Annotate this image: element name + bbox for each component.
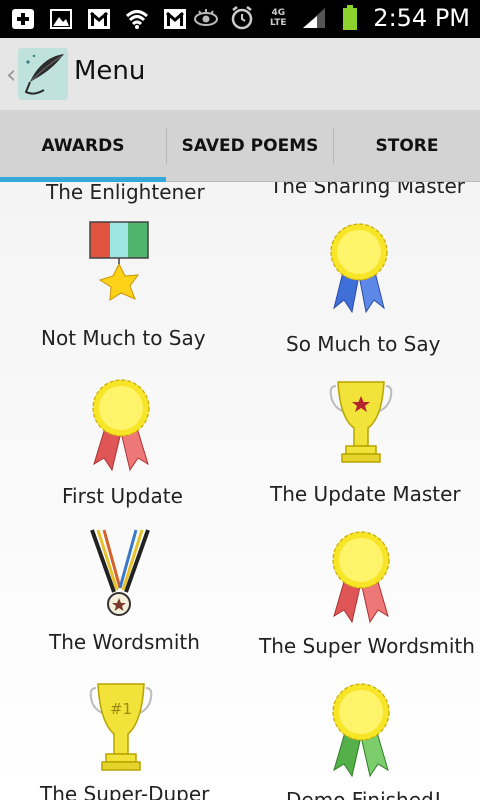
award-label-so-much-to-say: So Much to Say	[286, 332, 441, 356]
status-bar: 4G LTE 2:54 PM	[0, 0, 480, 38]
tab-bar: AWARDS SAVED POEMS STORE	[0, 110, 480, 183]
4g-lte-icon: 4G LTE	[270, 8, 287, 28]
blue-rosette-icon[interactable]	[326, 220, 392, 320]
app-logo-icon[interactable]	[18, 48, 68, 100]
award-label-the-sharing-master: The Sharing Master	[270, 182, 465, 198]
gallery-icon	[48, 6, 74, 32]
award-label-not-much-to-say: Not Much to Say	[41, 326, 206, 350]
gmail-icon	[86, 6, 112, 32]
star-medal-icon[interactable]	[82, 220, 156, 316]
number-one-trophy-icon[interactable]: #1	[88, 680, 154, 780]
alarm-icon	[229, 5, 255, 31]
award-label-the-wordsmith: The Wordsmith	[49, 630, 200, 654]
tab-saved-poems[interactable]: SAVED POEMS	[167, 110, 333, 182]
red-rosette-icon-2[interactable]	[328, 528, 394, 624]
green-rosette-icon[interactable]	[328, 680, 394, 778]
add-notification-icon	[10, 6, 36, 32]
red-rosette-icon[interactable]	[88, 378, 154, 474]
trophy-number-one-label: #1	[110, 700, 132, 718]
award-label-the-enlightener: The Enlightener	[46, 182, 205, 204]
wifi-icon	[124, 6, 150, 32]
clock-time: 2:54 PM	[373, 4, 470, 32]
tab-awards[interactable]: AWARDS	[0, 110, 166, 182]
awards-grid[interactable]: The Enlightener The Sharing Master Not M…	[0, 182, 480, 800]
award-label-the-update-master: The Update Master	[270, 482, 461, 506]
award-label-the-super-wordsmith: The Super Wordsmith	[259, 634, 475, 658]
signal-icon	[301, 5, 327, 31]
action-bar: ‹ Menu	[0, 38, 480, 110]
award-label-first-update: First Update	[62, 484, 183, 508]
up-caret-icon[interactable]: ‹	[6, 60, 16, 90]
necklace-medal-icon[interactable]	[88, 528, 152, 620]
battery-icon	[337, 5, 363, 31]
gmail-icon-2	[162, 6, 188, 32]
eye-icon	[193, 5, 219, 31]
page-title: Menu	[74, 56, 146, 86]
tab-store[interactable]: STORE	[334, 110, 480, 182]
star-trophy-icon[interactable]	[328, 378, 394, 470]
award-label-the-super-duper: The Super-Duper	[40, 782, 210, 800]
award-label-demo-finished: Demo Finished!	[286, 788, 442, 800]
